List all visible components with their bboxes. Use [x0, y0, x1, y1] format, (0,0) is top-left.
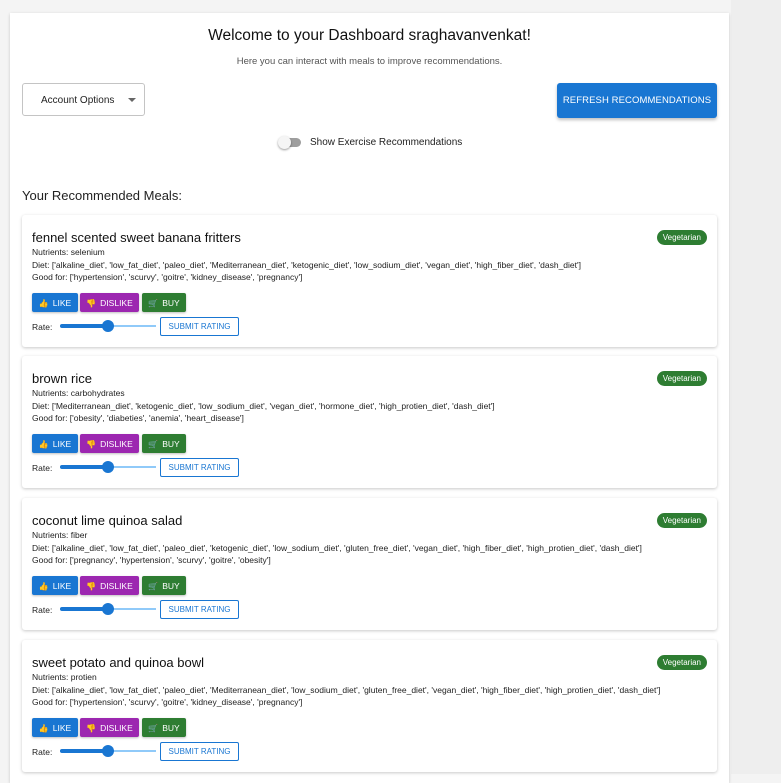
dashboard-panel: Welcome to your Dashboard sraghavanvenka…: [10, 13, 729, 783]
like-label: LIKE: [52, 297, 72, 308]
thumbs-up-icon: 👍: [38, 298, 49, 308]
dislike-label: DISLIKE: [100, 722, 133, 733]
meal-good-for: Good for: ['obesity', 'diabeties', 'anem…: [32, 413, 244, 423]
submit-rating-button[interactable]: SUBMIT RATING: [160, 458, 239, 477]
thumbs-up-icon: 👍: [38, 723, 49, 733]
dislike-label: DISLIKE: [100, 438, 133, 449]
rate-label: Rate:: [32, 322, 53, 332]
rating-slider[interactable]: [60, 319, 156, 333]
buy-button[interactable]: 🛒 BUY: [142, 718, 186, 737]
meal-name: brown rice: [32, 371, 92, 386]
meal-name: coconut lime quinoa salad: [32, 513, 183, 528]
page-subtitle: Here you can interact with meals to impr…: [236, 56, 503, 67]
rating-slider[interactable]: [60, 460, 156, 474]
cart-icon: 🛒: [148, 723, 159, 733]
dislike-button[interactable]: 👎 DISLIKE: [80, 434, 139, 453]
buy-button[interactable]: 🛒 BUY: [142, 576, 186, 595]
meal-nutrients: Nutrients: selenium: [32, 247, 105, 257]
meal-name: sweet potato and quinoa bowl: [32, 655, 205, 670]
rate-label: Rate:: [32, 747, 53, 757]
page-gutter: [731, 0, 781, 774]
slider-track: [60, 749, 108, 753]
slider-thumb[interactable]: [102, 745, 114, 757]
slider-thumb[interactable]: [102, 320, 114, 332]
vegetarian-badge: Vegetarian: [656, 371, 707, 386]
meal-card: brown rice Vegetarian Nutrients: carbohy…: [22, 356, 717, 488]
thumbs-down-icon: 👎: [86, 581, 97, 591]
buy-button[interactable]: 🛒 BUY: [142, 293, 186, 312]
like-button[interactable]: 👍 LIKE: [32, 434, 78, 453]
submit-rating-button[interactable]: SUBMIT RATING: [160, 742, 239, 761]
slider-track: [60, 465, 108, 469]
slider-thumb[interactable]: [102, 603, 114, 615]
meal-nutrients: Nutrients: fiber: [32, 530, 88, 540]
page-title: Welcome to your Dashboard sraghavanvenka…: [208, 27, 531, 44]
meal-diet: Diet: ['alkaline_diet', 'low_fat_diet', …: [32, 685, 661, 695]
meal-card: sweet potato and quinoa bowl Vegetarian …: [22, 640, 717, 772]
like-label: LIKE: [52, 722, 72, 733]
meal-good-for: Good for: ['hypertension', 'scurvy', 'go…: [32, 697, 303, 707]
slider-track: [60, 607, 108, 611]
meal-name: fennel scented sweet banana fritters: [32, 230, 241, 245]
buy-label: BUY: [162, 297, 180, 308]
meal-nutrients: Nutrients: carbohydrates: [32, 388, 125, 398]
submit-rating-button[interactable]: SUBMIT RATING: [160, 600, 239, 619]
rating-slider[interactable]: [60, 744, 156, 758]
chevron-down-icon: [128, 98, 136, 102]
meal-good-for: Good for: ['pregnancy', 'hypertension', …: [32, 555, 271, 565]
buy-label: BUY: [162, 580, 180, 591]
meal-diet: Diet: ['alkaline_diet', 'low_fat_diet', …: [32, 543, 642, 553]
dislike-button[interactable]: 👎 DISLIKE: [80, 576, 139, 595]
vegetarian-badge: Vegetarian: [656, 230, 707, 245]
slider-track: [60, 324, 108, 328]
cart-icon: 🛒: [148, 439, 159, 449]
like-button[interactable]: 👍 LIKE: [32, 718, 78, 737]
vegetarian-badge: Vegetarian: [656, 655, 707, 670]
like-button[interactable]: 👍 LIKE: [32, 293, 78, 312]
meal-diet: Diet: ['Mediterranean_diet', 'ketogenic_…: [32, 401, 495, 411]
refresh-recommendations-button[interactable]: REFRESH RECOMMENDATIONS: [557, 83, 717, 118]
account-options-label: Account Options: [41, 95, 115, 106]
section-title: Your Recommended Meals:: [22, 188, 182, 203]
account-options-select[interactable]: Account Options: [22, 83, 145, 116]
cart-icon: 🛒: [148, 581, 159, 591]
rate-label: Rate:: [32, 463, 53, 473]
like-label: LIKE: [52, 438, 72, 449]
thumbs-down-icon: 👎: [86, 298, 97, 308]
buy-label: BUY: [162, 722, 180, 733]
buy-label: BUY: [162, 438, 180, 449]
thumbs-down-icon: 👎: [86, 439, 97, 449]
like-button[interactable]: 👍 LIKE: [32, 576, 78, 595]
dislike-button[interactable]: 👎 DISLIKE: [80, 718, 139, 737]
toggle-knob: [278, 136, 291, 149]
thumbs-down-icon: 👎: [86, 723, 97, 733]
thumbs-up-icon: 👍: [38, 581, 49, 591]
meal-diet: Diet: ['alkaline_diet', 'low_fat_diet', …: [32, 260, 582, 270]
like-label: LIKE: [52, 580, 72, 591]
vegetarian-badge: Vegetarian: [656, 513, 707, 528]
rating-slider[interactable]: [60, 602, 156, 616]
exercise-toggle-label: Show Exercise Recommendations: [310, 137, 463, 148]
meal-nutrients: Nutrients: protien: [32, 672, 97, 682]
meal-good-for: Good for: ['hypertension', 'scurvy', 'go…: [32, 272, 303, 282]
rate-label: Rate:: [32, 605, 53, 615]
dislike-button[interactable]: 👎 DISLIKE: [80, 293, 139, 312]
meal-card: fennel scented sweet banana fritters Veg…: [22, 215, 717, 347]
submit-rating-button[interactable]: SUBMIT RATING: [160, 317, 239, 336]
cart-icon: 🛒: [148, 298, 159, 308]
thumbs-up-icon: 👍: [38, 439, 49, 449]
dislike-label: DISLIKE: [100, 580, 133, 591]
slider-thumb[interactable]: [102, 461, 114, 473]
buy-button[interactable]: 🛒 BUY: [142, 434, 186, 453]
meal-card: coconut lime quinoa salad Vegetarian Nut…: [22, 498, 717, 630]
dislike-label: DISLIKE: [100, 297, 133, 308]
exercise-toggle-switch[interactable]: [278, 136, 301, 149]
